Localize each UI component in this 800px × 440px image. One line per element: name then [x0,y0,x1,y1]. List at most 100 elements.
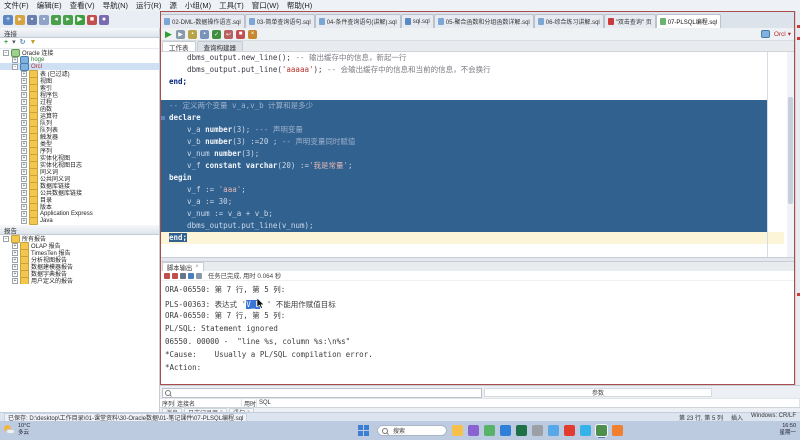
expander-icon[interactable]: + [21,120,27,126]
expander-icon[interactable]: + [21,71,27,77]
menu-item[interactable]: 导航(N) [99,0,132,11]
save-icon[interactable]: ▪ [27,15,37,25]
taskbar-search[interactable]: 搜索 [377,425,447,436]
tree-item[interactable]: +OLAP 报告 [0,242,159,249]
tree-item[interactable]: +公共数据库链接 [0,189,159,196]
clear-icon[interactable]: × [248,30,257,39]
expander-icon[interactable]: + [21,78,27,84]
cancel-icon[interactable]: ■ [236,30,245,39]
expander-icon[interactable]: + [12,250,18,256]
dropdown-icon[interactable]: ▾ [12,39,16,47]
expander-icon[interactable]: + [12,271,18,277]
explain-plan-icon[interactable]: ▪ [200,30,209,39]
file-tab[interactable]: 02-DML-数据操作语言.sql [160,14,245,28]
expander-icon[interactable]: + [21,218,27,224]
taskbar-app-edge[interactable] [580,425,591,436]
weather-widget[interactable]: 10°C 多云 [4,423,30,437]
column-header[interactable]: SQL [257,399,800,407]
save-output-icon[interactable] [180,273,186,279]
forward-icon[interactable]: ▸ [63,15,73,25]
stop-icon[interactable]: ■ [87,15,97,25]
column-header[interactable]: 序列 [160,399,175,407]
tree-item[interactable]: +目录 [0,196,159,203]
menu-item[interactable]: 源 [165,0,181,11]
expander-icon[interactable]: + [21,127,27,133]
connection-selector[interactable]: Orcl ▾ [761,30,791,38]
expander-icon[interactable]: + [12,243,18,249]
print-icon[interactable] [188,273,194,279]
autotrace-icon[interactable]: ▪ [188,30,197,39]
expander-icon[interactable]: + [21,197,27,203]
tree-item[interactable]: +分析视图报告 [0,256,159,263]
run-script-icon[interactable]: ▶ [176,30,185,39]
menu-item[interactable]: 运行(R) [132,0,165,11]
save-all-icon[interactable]: ▪ [39,15,49,25]
taskbar-app-sqldeveloper[interactable] [596,425,607,436]
expander-icon[interactable]: + [21,169,27,175]
expander-icon[interactable]: + [21,106,27,112]
tree-item[interactable]: +运算符 [0,112,159,119]
taskbar-app-excel[interactable] [516,425,527,436]
tree-item[interactable]: +触发器 [0,133,159,140]
new-file-icon[interactable]: + [3,15,13,25]
expander-icon[interactable]: + [12,278,18,284]
connections-icon[interactable]: ● [99,15,109,25]
expander-icon[interactable]: + [21,204,27,210]
expander-icon[interactable]: + [21,113,27,119]
expander-icon[interactable]: + [21,211,27,217]
tree-item[interactable]: +队列表 [0,126,159,133]
editor-scrollbar[interactable] [787,52,794,257]
tab-worksheet[interactable]: 工作表 [162,41,196,51]
column-header[interactable]: 用时 [242,399,257,407]
tree-item[interactable]: +函数 [0,105,159,112]
tree-item[interactable]: +类型 [0,140,159,147]
tree-item[interactable]: +索引 [0,84,159,91]
menu-item[interactable]: 小组(M) [181,0,215,11]
menu-item[interactable]: 查看(V) [66,0,99,11]
rollback-icon[interactable]: ↩ [224,30,233,39]
expander-icon[interactable]: + [21,85,27,91]
tree-item[interactable]: +Java [0,217,159,224]
taskbar-app-browser-blue[interactable] [500,425,511,436]
taskbar-app-file-explorer[interactable] [452,425,463,436]
file-tab[interactable]: sql.sql [401,14,434,28]
refresh-icon[interactable]: ↻ [20,39,26,47]
tree-item[interactable]: +hoge [0,56,159,63]
expander-icon[interactable]: + [21,155,27,161]
tree-item[interactable]: +视图 [0,77,159,84]
file-tab[interactable]: 06-综合练习讲解.sql [534,14,604,28]
tree-item[interactable]: +版本 [0,203,159,210]
param-column-header[interactable]: 参数 [484,388,712,397]
tab-query-builder[interactable]: 查询构建器 [197,41,244,51]
filter-icon[interactable]: ▼ [29,39,36,47]
tree-item[interactable]: −所有报告 [0,235,159,242]
expander-icon[interactable]: + [21,183,27,189]
start-button[interactable] [358,425,369,436]
column-header[interactable]: 连接名 [175,399,242,407]
expander-icon[interactable]: + [12,57,18,63]
menu-item[interactable]: 文件(F) [0,0,33,11]
edit-icon[interactable] [172,273,178,279]
tree-item[interactable]: +实体化视图日志 [0,161,159,168]
run-statement-icon[interactable]: ▶ [164,30,173,39]
taskbar-app-wps-red[interactable] [564,425,575,436]
taskbar-app-screenshot-tool[interactable] [484,425,495,436]
expander-icon[interactable]: + [21,141,27,147]
taskbar-app-photos[interactable] [468,425,479,436]
open-file-icon[interactable]: ▸ [15,15,25,25]
tree-item[interactable]: −Orcl [0,63,159,70]
tree-item[interactable]: +程序包 [0,91,159,98]
tree-item[interactable]: +队列 [0,119,159,126]
expander-icon[interactable]: + [21,162,27,168]
run-icon[interactable]: ▶ [75,15,85,25]
expander-icon[interactable]: + [12,264,18,270]
expander-icon[interactable]: − [3,50,9,56]
expander-icon[interactable]: − [12,64,18,70]
expander-icon[interactable]: + [21,92,27,98]
taskbar-app-cloud-drive[interactable] [548,425,559,436]
tree-item[interactable]: +用户定义的报告 [0,277,159,284]
tree-item[interactable]: +过程 [0,98,159,105]
file-tab[interactable]: "双击查询" 页 [604,14,656,28]
close-icon[interactable]: × [195,264,199,270]
search-input[interactable] [162,388,482,398]
